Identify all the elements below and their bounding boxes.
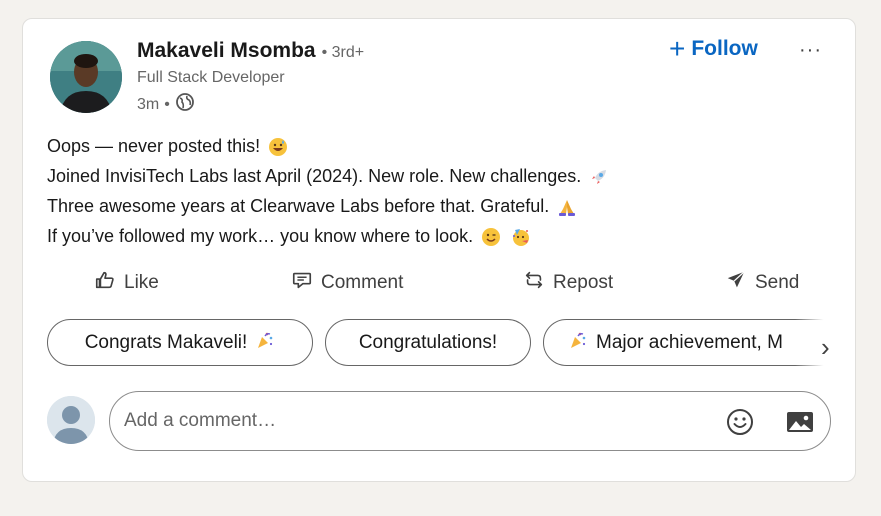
chip-label: Congrats Makaveli! — [84, 331, 248, 353]
thumbs-up-icon — [94, 269, 116, 297]
post-line-text: If you’ve followed my work… you know whe… — [47, 226, 474, 246]
chip-label: Major achievement, M — [596, 331, 783, 353]
current-user-avatar — [47, 396, 95, 444]
send-label: Send — [755, 272, 800, 293]
author-name-row: Makaveli Msomba • 3rd+ — [137, 39, 364, 63]
post-line: Three awesome years at Clearwave Labs be… — [47, 191, 609, 221]
author-name[interactable]: Makaveli Msomba — [137, 39, 316, 63]
connection-degree: • 3rd+ — [321, 44, 365, 61]
globe-icon — [175, 92, 195, 117]
post-line: Joined InvisiTech Labs last April (2024)… — [47, 161, 609, 191]
speech-bubble-icon — [291, 269, 313, 297]
winking-face-emoji-icon — [481, 226, 501, 246]
repost-label: Repost — [553, 272, 614, 293]
author-avatar[interactable] — [50, 41, 122, 113]
paper-plane-icon — [725, 269, 747, 297]
repost-button[interactable]: Repost — [523, 269, 613, 297]
repost-arrows-icon — [523, 269, 545, 297]
social-actions-bar: Like Comment Repost Send — [47, 269, 833, 301]
send-button[interactable]: Send — [725, 269, 799, 297]
post-line: If you’ve followed my work… you know whe… — [47, 221, 609, 251]
suggested-replies: Congrats Makaveli! Congratulations! Majo… — [47, 319, 847, 367]
suggested-reply-chip[interactable]: Congrats Makaveli! — [47, 319, 313, 366]
suggested-reply-chip[interactable]: Congratulations! — [325, 319, 531, 366]
emoji-icon[interactable] — [724, 406, 756, 438]
post-card: Makaveli Msomba • 3rd+ Full Stack Develo… — [22, 18, 856, 482]
rocket-emoji-icon — [589, 166, 609, 186]
meta-separator: • — [164, 95, 170, 113]
like-label: Like — [124, 272, 159, 293]
follow-button[interactable]: + Follow — [669, 35, 758, 63]
party-popper-icon — [255, 330, 275, 356]
post-body: Oops — never posted this! Joined InvisiT… — [47, 131, 609, 251]
post-line-text: Three awesome years at Clearwave Labs be… — [47, 196, 550, 216]
folded-hands-emoji-icon — [557, 196, 577, 216]
post-time: 3m — [137, 95, 160, 113]
comment-composer[interactable] — [109, 391, 831, 451]
follow-label: Follow — [691, 37, 758, 60]
image-icon[interactable] — [784, 406, 816, 438]
comment-input[interactable] — [124, 410, 684, 432]
more-options-icon[interactable]: ··· — [799, 39, 822, 62]
comment-label: Comment — [321, 272, 404, 293]
post-line: Oops — never posted this! — [47, 131, 609, 161]
chevron-right-icon[interactable]: › — [821, 332, 830, 363]
partying-face-emoji-icon — [511, 226, 531, 246]
like-button[interactable]: Like — [94, 269, 159, 297]
post-line-text: Joined InvisiTech Labs last April (2024)… — [47, 166, 582, 186]
post-meta: 3m • — [137, 92, 195, 117]
plus-icon: + — [669, 33, 686, 64]
party-popper-icon — [568, 330, 588, 356]
chip-label: Congratulations! — [358, 331, 498, 353]
post-line-text: Oops — never posted this! — [47, 136, 261, 156]
grinning-sweat-emoji-icon — [268, 136, 288, 156]
author-headline: Full Stack Developer — [137, 69, 285, 86]
comment-button[interactable]: Comment — [291, 269, 403, 297]
